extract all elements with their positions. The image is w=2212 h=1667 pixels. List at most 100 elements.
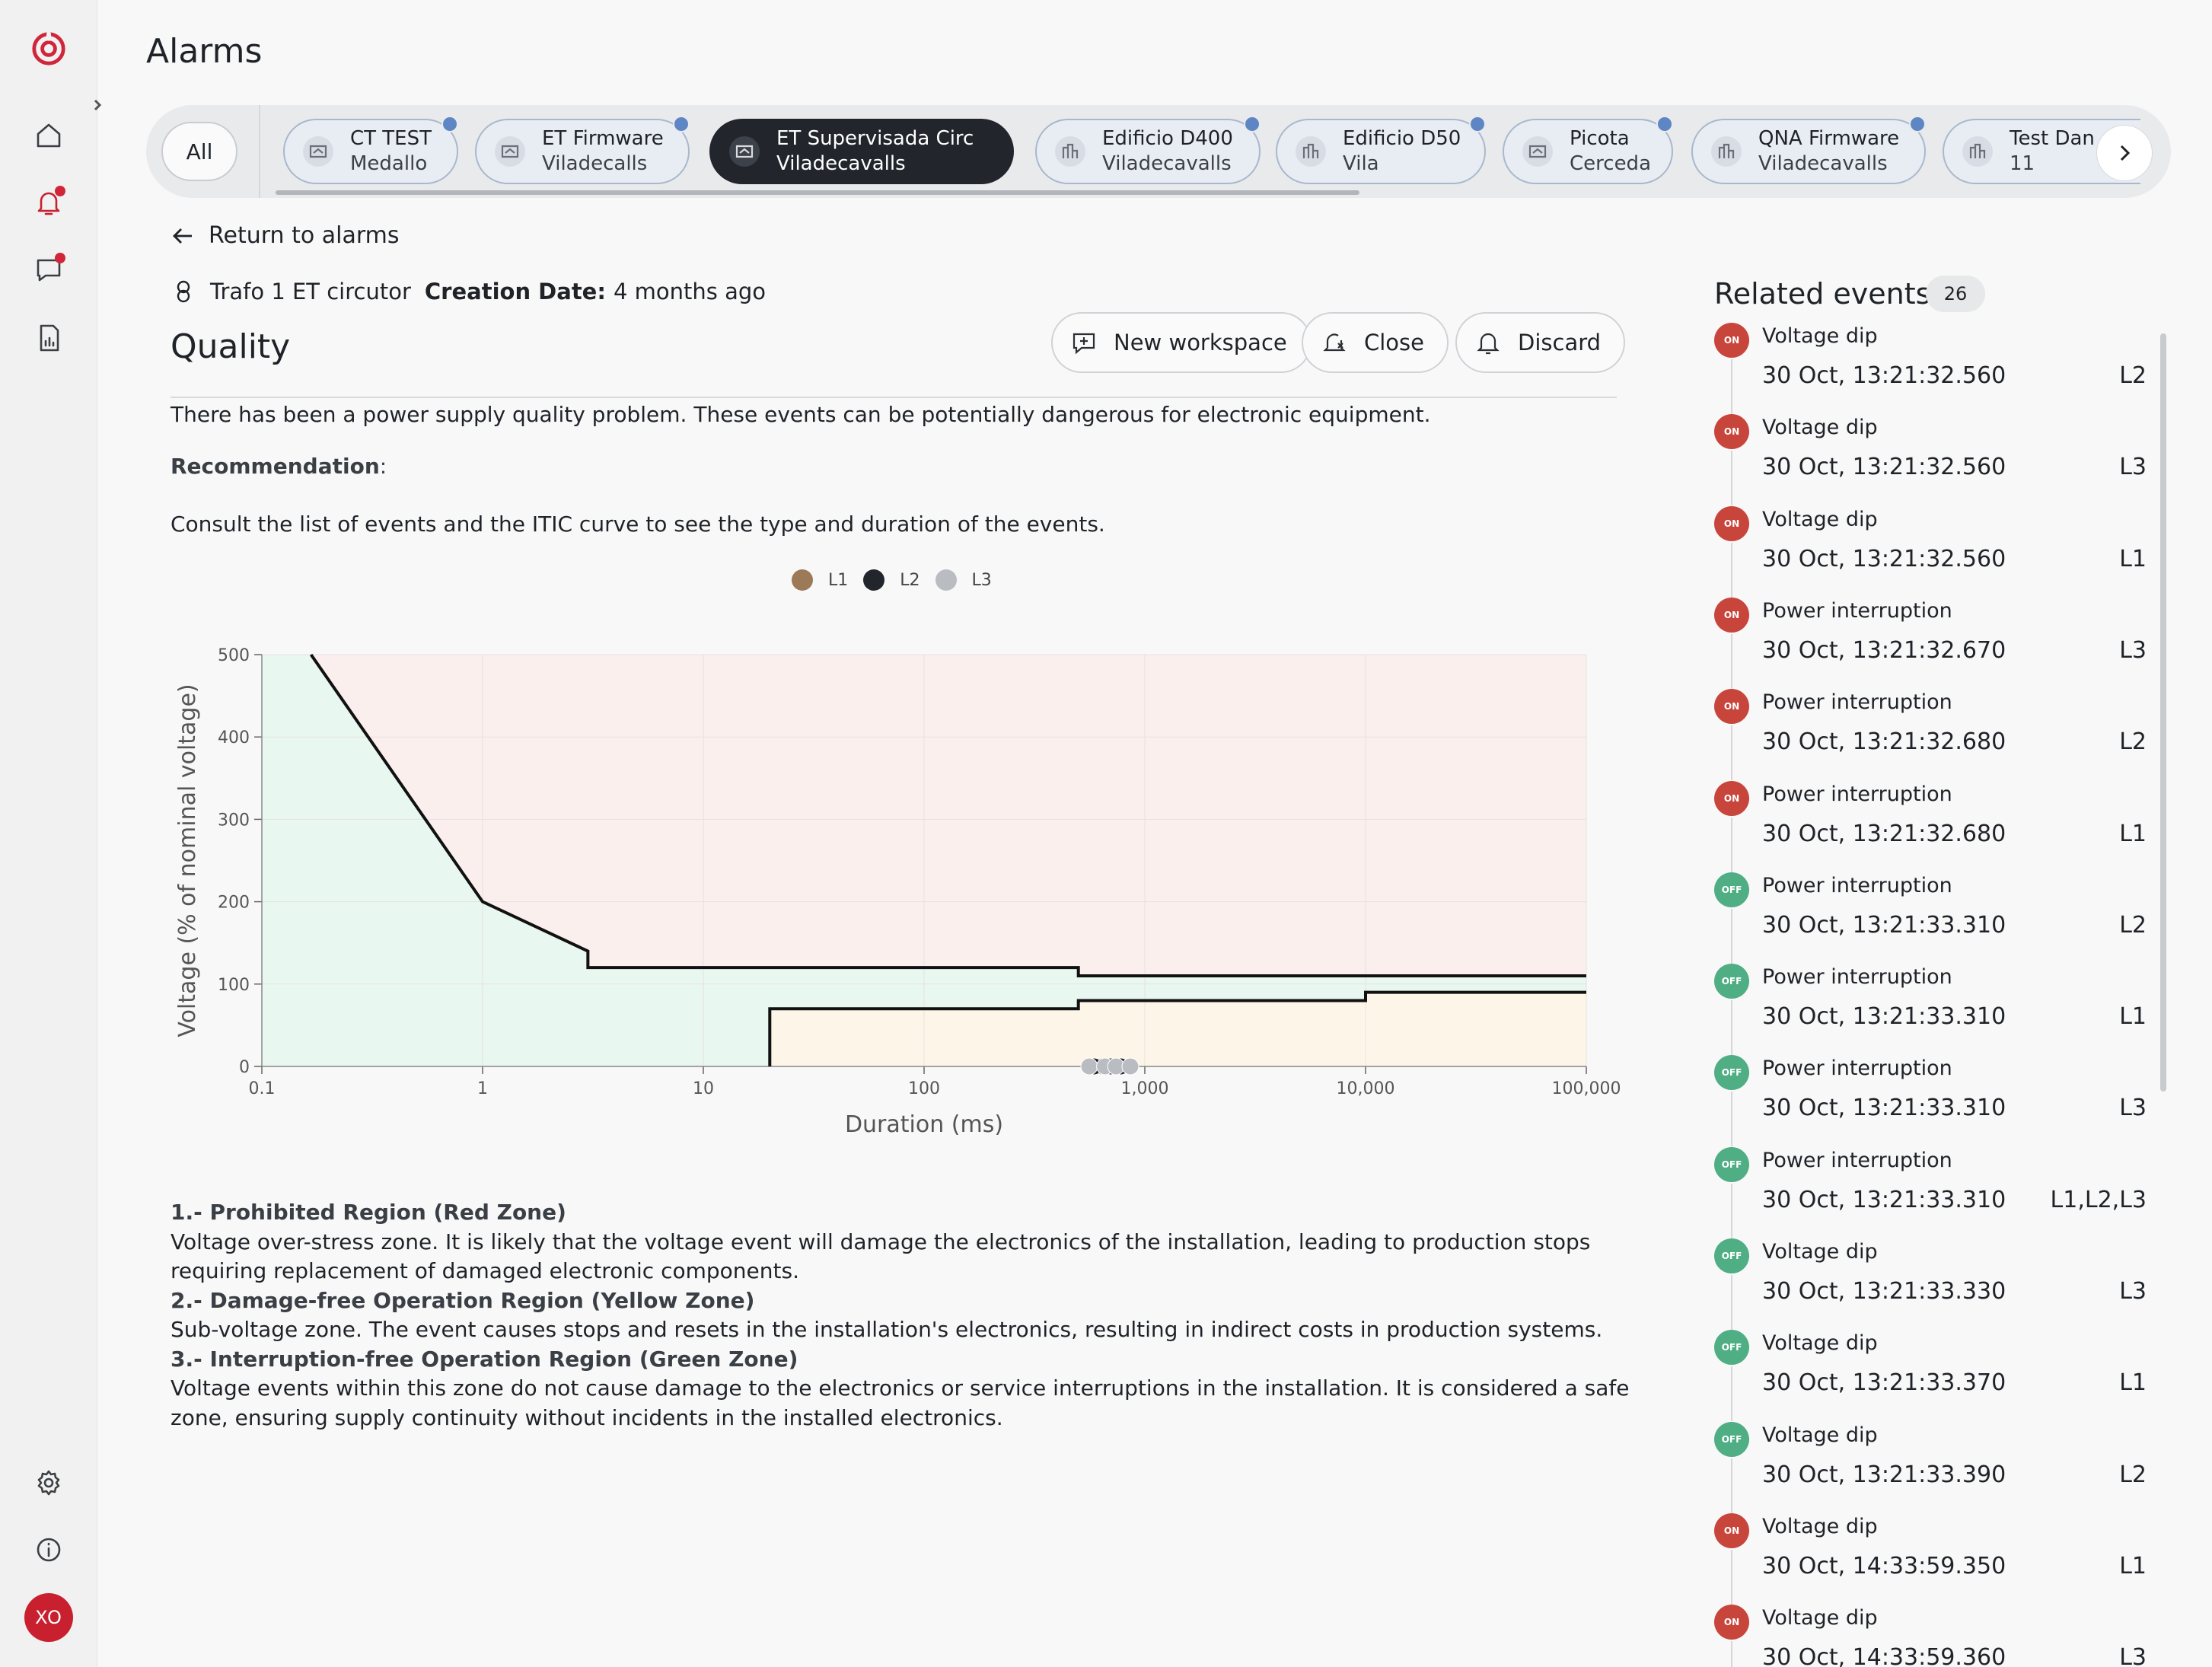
device-notification-dot: [1909, 116, 1926, 132]
event-time: 30 Oct, 13:21:33.330: [1762, 1278, 2006, 1305]
event-phase: L3: [2119, 636, 2147, 664]
device-tab-location: 11: [2010, 152, 2035, 175]
y-axis-label: Voltage (% of nominal voltage): [174, 684, 201, 1037]
report-icon[interactable]: [30, 320, 67, 356]
left-rail: XO: [0, 0, 97, 1667]
timeline-connector: [1731, 1641, 1732, 1667]
timeline-connector: [1731, 817, 1732, 872]
transformer-icon: [729, 136, 760, 167]
event-type: Power interruption: [1762, 965, 1952, 990]
device-tab-name: Edificio D50: [1343, 127, 1461, 150]
device-tab-text: ET Supervisada Circ Viladecavalls: [776, 126, 974, 177]
tabs-next-button[interactable]: [2096, 125, 2153, 181]
related-event-item[interactable]: ON Power interruption 30 Oct, 13:21:32.680…: [1713, 689, 2154, 781]
event-state-badge: ON: [1714, 597, 1749, 633]
event-state-badge: OFF: [1714, 1330, 1749, 1366]
arrow-left-icon: [173, 228, 192, 244]
return-to-alarms-link[interactable]: Return to alarms: [171, 222, 400, 249]
related-event-item[interactable]: ON Voltage dip 30 Oct, 13:21:32.560 L1: [1713, 505, 2154, 598]
device-tab[interactable]: Edificio D50 Vila: [1276, 116, 1486, 184]
tabs-scrollbar[interactable]: [276, 190, 1359, 195]
related-event-item[interactable]: ON Voltage dip 30 Oct, 13:21:32.560 L3: [1713, 414, 2154, 506]
related-event-item[interactable]: OFF Voltage dip 30 Oct, 13:21:33.370 L1: [1713, 1330, 2154, 1422]
related-event-item[interactable]: OFF Power interruption 30 Oct, 13:21:33.31…: [1713, 1146, 2154, 1238]
event-point-l3[interactable]: [1121, 1057, 1139, 1076]
alarm-meta: Trafo 1 ET circutor Creation Date: 4 mon…: [171, 279, 766, 304]
event-phase: L1: [2119, 820, 2147, 847]
related-events-list[interactable]: ON Voltage dip 30 Oct, 13:21:32.560 L2 ON Vol…: [1713, 323, 2154, 1667]
chat-icon[interactable]: [30, 251, 67, 288]
related-event-item[interactable]: ON Power interruption 30 Oct, 13:21:32.680…: [1713, 780, 2154, 872]
device-tab-text: Test Dan 11: [2010, 126, 2095, 177]
legend-item[interactable]: L3: [935, 569, 992, 591]
tabs-divider: [259, 105, 260, 198]
bell-dismiss-icon: [1477, 333, 1500, 355]
alarm-bell-icon[interactable]: [30, 184, 67, 221]
related-event-item[interactable]: OFF Power interruption 30 Oct, 13:21:33.31…: [1713, 1055, 2154, 1147]
y-tick-label: 200: [218, 894, 250, 913]
related-event-item[interactable]: ON Voltage dip 30 Oct, 13:21:32.560 L2: [1713, 323, 2154, 414]
y-tick-label: 400: [218, 728, 250, 747]
user-avatar[interactable]: XO: [24, 1593, 73, 1642]
event-phase: L2: [2119, 1461, 2147, 1488]
home-icon[interactable]: [30, 117, 67, 154]
device-tab-location: Vila: [1343, 152, 1379, 175]
device-tab[interactable]: CT TEST Medallo: [283, 116, 458, 184]
timeline-connector: [1731, 1458, 1732, 1513]
expand-sidebar-chevron-icon[interactable]: [87, 94, 108, 116]
legend-label: L2: [900, 570, 920, 590]
info-icon[interactable]: [30, 1532, 67, 1568]
new-workspace-button[interactable]: New workspace: [1051, 312, 1312, 373]
event-point-l3[interactable]: [1080, 1057, 1098, 1076]
timeline-connector: [1731, 1183, 1732, 1238]
legend-swatch: [863, 569, 885, 591]
device-tab[interactable]: Edificio D400 Viladecavalls: [1035, 116, 1261, 184]
related-event-item[interactable]: ON Voltage dip 30 Oct, 14:33:59.350 L1: [1713, 1512, 2154, 1605]
event-phase: L3: [2119, 1644, 2147, 1667]
device-tab-name: Edificio D400: [1102, 127, 1233, 150]
device-notification-dot: [441, 116, 458, 132]
alarm-notification-dot: [55, 186, 65, 196]
related-event-item[interactable]: OFF Voltage dip 30 Oct, 13:21:33.330 L3: [1713, 1238, 2154, 1330]
close-button[interactable]: Close: [1302, 312, 1449, 373]
legend-item[interactable]: L2: [863, 569, 920, 591]
device-tab[interactable]: Picota Cerceda: [1503, 116, 1673, 184]
zone-description: Voltage events within this zone do not c…: [171, 1375, 1630, 1430]
event-state-badge: ON: [1714, 1512, 1749, 1548]
device-tab[interactable]: ET Firmware Viladecalls: [475, 116, 690, 184]
related-event-item[interactable]: OFF Power interruption 30 Oct, 13:21:33.31…: [1713, 872, 2154, 964]
events-scrollbar[interactable]: [2160, 333, 2166, 1092]
device-notification-dot: [1469, 116, 1486, 132]
building-icon: [1962, 136, 1993, 167]
device-tab-name: Picota: [1570, 127, 1630, 150]
device-tab[interactable]: QNA Firmware Viladecavalls: [1691, 116, 1926, 184]
legend-label: L3: [971, 570, 992, 590]
related-event-item[interactable]: OFF Power interruption 30 Oct, 13:21:33.31…: [1713, 964, 2154, 1056]
device-tab-location: Viladecavalls: [1758, 152, 1888, 175]
event-type: Voltage dip: [1762, 1331, 1878, 1356]
app-logo-icon[interactable]: [30, 30, 67, 67]
zone-title: 3.- Interruption-free Operation Region (…: [171, 1346, 798, 1372]
related-event-item[interactable]: OFF Voltage dip 30 Oct, 13:21:33.390 L2: [1713, 1421, 2154, 1513]
discard-button[interactable]: Discard: [1455, 312, 1626, 373]
event-state-badge: OFF: [1714, 1146, 1749, 1182]
event-state-badge: OFF: [1714, 964, 1749, 999]
building-icon: [1055, 136, 1085, 167]
event-phase: L3: [2119, 1278, 2147, 1305]
device-tab-name: ET Supervisada Circ: [776, 127, 974, 150]
transformer-icon: [1522, 136, 1553, 167]
zone-title: 2.- Damage-free Operation Region (Yellow…: [171, 1287, 755, 1313]
event-type: Voltage dip: [1762, 416, 1878, 440]
legend-item[interactable]: L1: [792, 569, 848, 591]
legend-swatch: [935, 569, 957, 591]
tab-all[interactable]: All: [161, 122, 237, 181]
event-time: 30 Oct, 13:21:33.310: [1762, 1186, 2006, 1213]
related-event-item[interactable]: ON Voltage dip 30 Oct, 14:33:59.360 L3: [1713, 1605, 2154, 1667]
chevron-right-icon: [2120, 145, 2131, 161]
settings-gear-icon[interactable]: [30, 1465, 67, 1501]
device-tab-text: CT TEST Medallo: [350, 126, 432, 177]
close-label: Close: [1364, 330, 1424, 355]
related-event-item[interactable]: ON Power interruption 30 Oct, 13:21:32.670…: [1713, 597, 2154, 689]
device-tab[interactable]: ET Supervisada Circ Viladecavalls: [709, 119, 1014, 184]
x-tick-label: 0.1: [249, 1079, 276, 1098]
